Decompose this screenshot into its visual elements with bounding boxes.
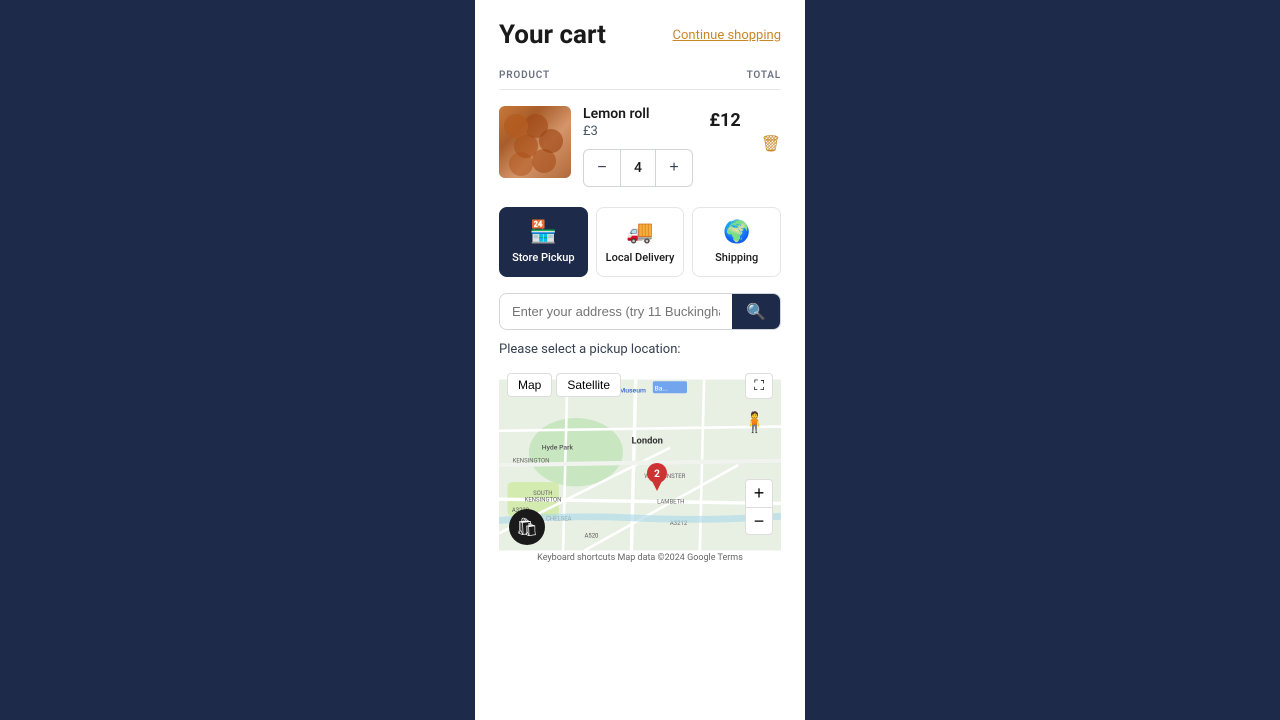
map-footer: Keyboard shortcuts Map data ©2024 Google… [499, 551, 781, 565]
local-delivery-icon: 🚚 [626, 220, 653, 245]
store-pickup-icon: 🏪 [530, 220, 557, 245]
delivery-option-local-delivery[interactable]: 🚚 Local Delivery [596, 207, 685, 277]
map-expand-button[interactable]: ⛶ [745, 373, 773, 399]
shipping-icon: 🌍 [723, 220, 750, 245]
pickup-location-label: Please select a pickup location: [499, 342, 781, 357]
address-input[interactable] [500, 294, 732, 329]
quantity-stepper[interactable]: − 4 + [583, 149, 693, 187]
map-marker: 2 [647, 463, 667, 495]
svg-text:Ba...: Ba... [655, 385, 669, 393]
svg-text:2: 2 [654, 469, 660, 480]
quantity-value: 4 [620, 150, 656, 186]
satellite-view-button[interactable]: Satellite [556, 373, 621, 397]
quantity-increase-button[interactable]: + [656, 150, 692, 186]
shopify-badge: 🛍 [509, 509, 545, 545]
delete-item-button[interactable]: 🗑 [761, 106, 781, 153]
svg-text:LAMBETH: LAMBETH [657, 498, 684, 505]
product-total-price: £12 [709, 106, 740, 131]
map-container[interactable]: Hyde Park London KENSINGTON WESTMINSTER … [499, 365, 781, 565]
svg-text:SOUTH: SOUTH [533, 490, 552, 497]
map-view-controls: Map Satellite [507, 373, 621, 397]
shopify-icon: 🛍 [516, 517, 539, 538]
svg-text:Hyde Park: Hyde Park [542, 444, 574, 452]
address-search-bar[interactable]: 🔍 [499, 293, 781, 330]
shipping-label: Shipping [715, 251, 758, 264]
column-product: PRODUCT [499, 70, 550, 81]
product-unit-price: £3 [583, 124, 697, 139]
delivery-option-shipping[interactable]: 🌍 Shipping [692, 207, 781, 277]
expand-icon: ⛶ [754, 378, 764, 394]
table-row: Lemon roll £3 − 4 + £12 🗑 [499, 106, 781, 187]
svg-text:KENSINGTON: KENSINGTON [513, 457, 550, 464]
map-view-button[interactable]: Map [507, 373, 552, 397]
store-pickup-label: Store Pickup [512, 251, 574, 264]
local-delivery-label: Local Delivery [606, 251, 675, 264]
product-name: Lemon roll [583, 106, 697, 122]
zoom-in-button[interactable]: + [745, 479, 773, 507]
delivery-option-store-pickup[interactable]: 🏪 Store Pickup [499, 207, 588, 277]
svg-text:KENSINGTON: KENSINGTON [525, 497, 562, 504]
column-total: TOTAL [747, 70, 781, 81]
delivery-options: 🏪 Store Pickup 🚚 Local Delivery 🌍 Shippi… [499, 207, 781, 277]
map-zoom-controls: + − [745, 479, 773, 535]
zoom-out-button[interactable]: − [745, 507, 773, 535]
street-view-person[interactable]: 🧍 [742, 410, 767, 434]
cart-title: Your cart [499, 20, 606, 50]
continue-shopping-link[interactable]: Continue shopping [673, 28, 781, 43]
search-icon: 🔍 [746, 302, 766, 322]
address-search-button[interactable]: 🔍 [732, 294, 780, 329]
svg-text:London: London [631, 436, 663, 447]
quantity-decrease-button[interactable]: − [584, 150, 620, 186]
cart-header: Your cart Continue shopping [499, 20, 781, 50]
product-details: Lemon roll £3 − 4 + [583, 106, 697, 187]
svg-text:A520: A520 [584, 533, 599, 540]
product-image [499, 106, 571, 178]
cart-panel: Your cart Continue shopping PRODUCT TOTA… [475, 0, 805, 720]
table-header: PRODUCT TOTAL [499, 70, 781, 90]
